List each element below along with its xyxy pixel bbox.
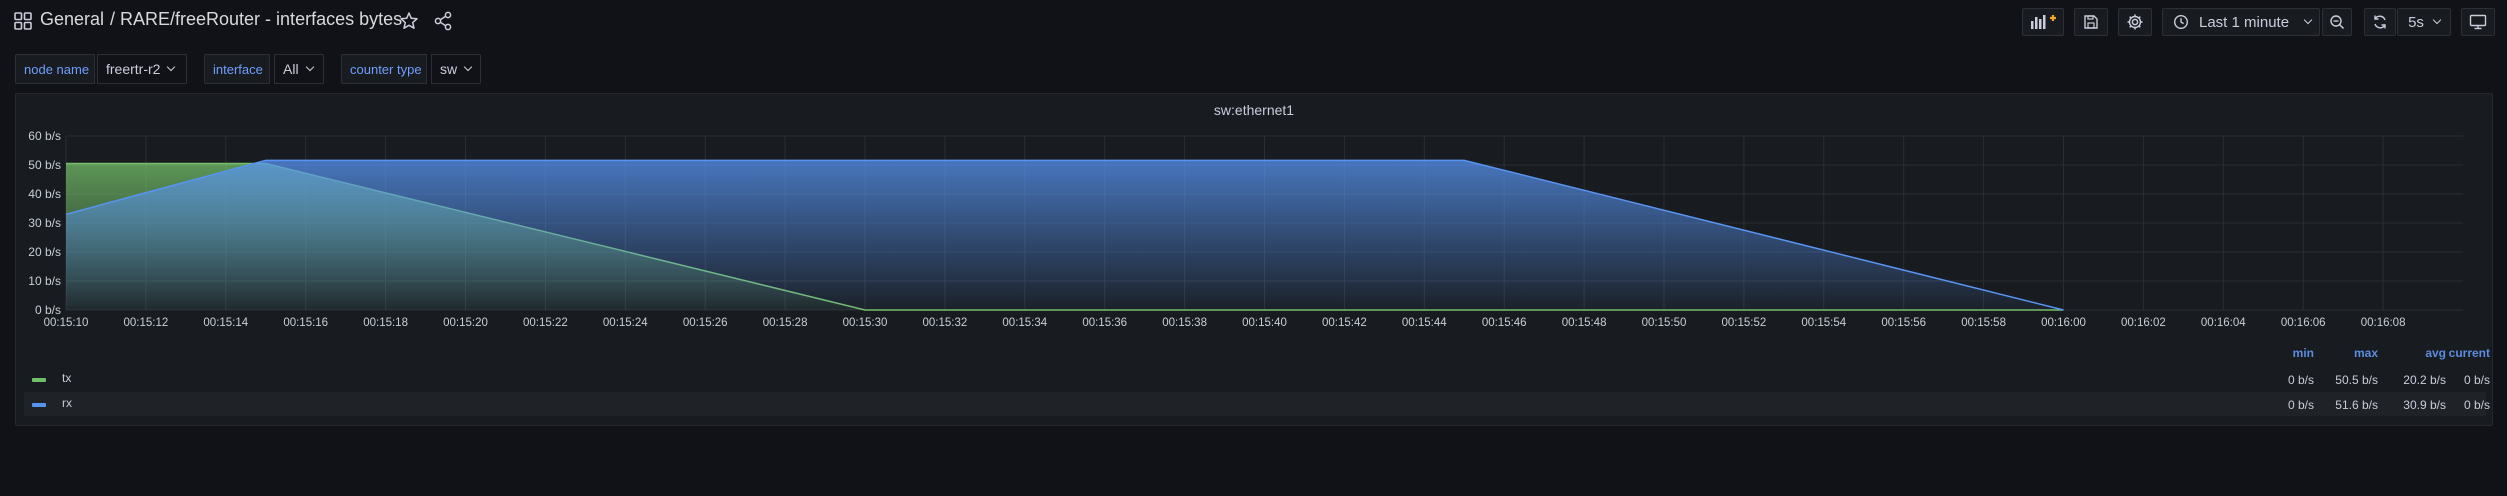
y-tick-label: 0 b/s: [35, 303, 61, 317]
chevron-down-icon: [2432, 15, 2442, 25]
gear-icon: [2127, 14, 2143, 30]
x-tick-label: 00:15:12: [124, 317, 169, 329]
x-tick-label: 00:15:54: [1801, 317, 1846, 329]
save-dashboard-button[interactable]: [2074, 8, 2108, 36]
y-tick-label: 50 b/s: [28, 158, 61, 172]
variable-label-node-name: node name: [15, 54, 95, 84]
x-tick-label: 00:15:50: [1642, 317, 1687, 329]
x-tick-label: 00:15:26: [683, 317, 728, 329]
x-tick-label: 00:15:56: [1881, 317, 1926, 329]
x-tick-label: 00:15:30: [843, 317, 888, 329]
x-tick-label: 00:16:00: [2041, 317, 2086, 329]
legend-min: 0 b/s: [2287, 373, 2314, 387]
x-tick-label: 00:15:22: [523, 317, 568, 329]
series-color-swatch[interactable]: [32, 378, 46, 382]
zoom-out-button[interactable]: [2322, 8, 2352, 36]
refresh-icon: [2374, 15, 2386, 29]
legend-current: 0 b/s: [2463, 398, 2490, 412]
x-tick-label: 00:15:38: [1162, 317, 1207, 329]
save-icon: [2084, 15, 2098, 29]
panel-title[interactable]: sw:ethernet1: [16, 102, 2492, 118]
add-panel-icon: [2031, 15, 2056, 29]
variable-value: freertr-r2: [106, 61, 161, 77]
apps-grid-icon[interactable]: [14, 12, 32, 30]
refresh-button[interactable]: [2364, 8, 2396, 36]
dashboard-title[interactable]: / RARE/freeRouter - interfaces bytes: [110, 9, 402, 30]
x-tick-label: 00:15:32: [923, 317, 968, 329]
graph-panel: sw:ethernet1 0 b/s 10 b/s 20 b/s 30 b/s 40 b…: [15, 93, 2493, 426]
legend-avg: 30.9 b/s: [2403, 398, 2446, 412]
x-tick-label: 00:15:24: [603, 317, 648, 329]
share-icon[interactable]: [432, 10, 454, 32]
add-panel-button[interactable]: [2022, 8, 2064, 36]
legend-series-name[interactable]: tx: [62, 371, 71, 385]
x-tick-label: 00:15:58: [1961, 317, 2006, 329]
tv-mode-button[interactable]: [2461, 8, 2495, 36]
x-tick-label: 00:15:48: [1562, 317, 1607, 329]
y-tick-label: 10 b/s: [28, 274, 61, 288]
chevron-down-icon: [305, 62, 314, 72]
breadcrumb-folder[interactable]: General: [40, 9, 104, 30]
x-tick-label: 00:15:46: [1482, 317, 1527, 329]
x-tick-label: 00:16:08: [2361, 317, 2406, 329]
y-tick-label: 40 b/s: [28, 187, 61, 201]
legend-max: 51.6 b/s: [2335, 398, 2378, 412]
star-icon[interactable]: [398, 10, 420, 32]
variable-label-counter-type: counter type: [341, 54, 427, 84]
x-tick-label: 00:15:36: [1082, 317, 1127, 329]
chevron-down-icon: [167, 62, 176, 72]
legend-series-name[interactable]: rx: [62, 396, 72, 410]
legend-row-rx[interactable]: rx 0 b/s 51.6 b/s 30.9 b/s 0 b/s: [24, 392, 2490, 416]
legend-min: 0 b/s: [2287, 398, 2314, 412]
legend-header-current[interactable]: current: [2436, 346, 2490, 360]
legend-header-max[interactable]: max: [2328, 346, 2378, 360]
x-tick-label: 00:16:02: [2121, 317, 2166, 329]
time-range-label: Last 1 minute: [2199, 13, 2290, 31]
series-color-swatch[interactable]: [32, 403, 46, 407]
time-range-picker[interactable]: Last 1 minute: [2162, 8, 2320, 36]
variable-select-node-name[interactable]: freertr-r2: [97, 54, 187, 84]
zoom-out-icon: [2330, 15, 2345, 30]
refresh-interval-picker[interactable]: 5s: [2397, 8, 2451, 36]
variable-label-interface: interface: [204, 54, 270, 84]
legend-current: 0 b/s: [2463, 373, 2490, 387]
variable-select-interface[interactable]: All: [274, 54, 324, 84]
x-tick-label: 00:15:10: [44, 317, 89, 329]
x-tick-label: 00:15:52: [1722, 317, 1767, 329]
refresh-interval-label: 5s: [2408, 13, 2424, 31]
x-tick-label: 00:16:04: [2201, 317, 2246, 329]
variable-select-counter-type[interactable]: sw: [431, 54, 481, 84]
x-tick-label: 00:15:42: [1322, 317, 1367, 329]
x-tick-label: 00:15:20: [443, 317, 488, 329]
legend-avg: 20.2 b/s: [2403, 373, 2446, 387]
x-tick-label: 00:15:16: [283, 317, 328, 329]
x-tick-label: 00:15:40: [1242, 317, 1287, 329]
x-tick-label: 00:15:18: [363, 317, 408, 329]
monitor-icon: [2469, 14, 2487, 30]
y-tick-label: 30 b/s: [28, 216, 61, 230]
x-tick-label: 00:15:28: [763, 317, 808, 329]
chevron-down-icon: [2303, 15, 2313, 25]
x-tick-label: 00:15:14: [203, 317, 248, 329]
x-tick-label: 00:15:34: [1002, 317, 1047, 329]
variable-value: All: [283, 61, 299, 77]
y-tick-label: 60 b/s: [28, 129, 61, 143]
top-navbar: General / RARE/freeRouter - interfaces b…: [0, 0, 2507, 42]
legend-header-min[interactable]: min: [2278, 346, 2314, 360]
clock-icon: [2173, 14, 2189, 30]
dashboard-settings-button[interactable]: [2118, 8, 2152, 36]
y-tick-label: 20 b/s: [28, 245, 61, 259]
x-tick-label: 00:15:44: [1402, 317, 1447, 329]
chevron-down-icon: [463, 62, 473, 72]
chart[interactable]: 0 b/s 10 b/s 20 b/s 30 b/s 40 b/s 50 b/s 60 b/…: [16, 122, 2494, 362]
legend-row-tx[interactable]: tx 0 b/s 50.5 b/s 20.2 b/s 0 b/s: [24, 367, 2490, 391]
variable-value: sw: [440, 61, 458, 77]
x-tick-label: 00:16:06: [2281, 317, 2326, 329]
legend-max: 50.5 b/s: [2335, 373, 2378, 387]
